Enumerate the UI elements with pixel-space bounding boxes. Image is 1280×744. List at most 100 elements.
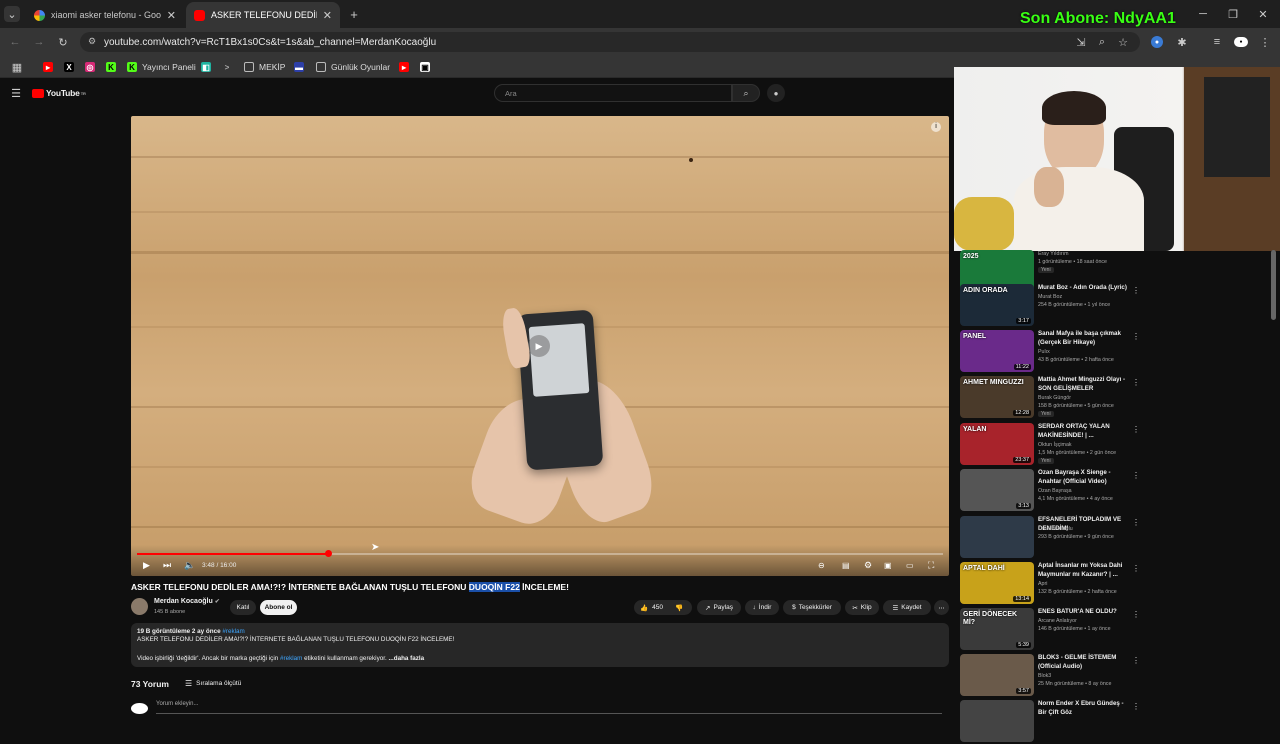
more-actions-button[interactable]: ⋯	[934, 600, 949, 615]
address-bar[interactable]: ⚙ youtube.com/watch?v=RcT1Bx1s0Cs&t=1s&a…	[80, 32, 1140, 52]
dislike-icon[interactable]: 👎	[675, 604, 683, 612]
settings-gear-icon[interactable]: ⚙	[864, 559, 872, 571]
maximize-icon[interactable]: ❐	[1226, 8, 1240, 21]
sidebar-video-item[interactable]: PANEL 11:22 Sanal Mafya ile başa çıkmak (G…	[960, 330, 1270, 374]
more-options-icon[interactable]: ⋮	[1132, 564, 1140, 573]
more-options-icon[interactable]: ⋮	[1132, 378, 1140, 387]
sidebar-video-item[interactable]: YALAN 23:37 SERDAR ORTAÇ YALAN MAKİNESİNDE…	[960, 423, 1270, 467]
more-options-icon[interactable]: ⋮	[1132, 471, 1140, 480]
volume-icon[interactable]: 🔈	[184, 559, 195, 571]
sidebar-video-item[interactable]: Norm Ender X Ebru Gündeş - Bir Çift Göz ⋮	[960, 700, 1270, 744]
comment-input[interactable]: Yorum ekleyin...	[156, 701, 942, 714]
video-thumbnail[interactable]: 3:13	[960, 469, 1034, 511]
miniplayer-icon[interactable]: ▣	[884, 559, 892, 571]
bookmark-mekip[interactable]: MEKİP	[244, 58, 285, 76]
close-tab-icon[interactable]: ✕	[323, 9, 332, 22]
clip-button[interactable]: ✂ Klip	[845, 600, 879, 615]
sidebar-video-item[interactable]: APTAL DAHİ 13:14 Aptal İnsanlar mı Yoksa D…	[960, 562, 1270, 606]
channel-name[interactable]: Arcane Anlatıyor	[1038, 618, 1077, 624]
video-title-link[interactable]: Ozan Bayraşa X Sienge - Anahtar (Officia…	[1038, 469, 1130, 486]
channel-name[interactable]: Merdan Kocaoğlu ✔	[154, 598, 220, 605]
share-button[interactable]: ↗ Paylaş	[697, 600, 741, 615]
extension-icon[interactable]: ●	[1151, 36, 1163, 48]
autoplay-toggle[interactable]: ⊖	[818, 559, 825, 571]
youtube-bookmark-icon[interactable]: ▸	[399, 62, 409, 72]
more-options-icon[interactable]: ⋮	[1132, 286, 1140, 295]
site-bookmark-icon[interactable]: ▬	[294, 62, 304, 72]
video-title-link[interactable]: Mattia Ahmet Minguzzi Olayı - SON GELİŞM…	[1038, 376, 1130, 393]
video-thumbnail[interactable]: AHMET MINGUZZI 12:28	[960, 376, 1034, 418]
back-icon[interactable]: ←	[8, 35, 22, 49]
bookmark-yayinci-paneli[interactable]: K Yayıncı Paneli	[127, 58, 196, 76]
video-title-link[interactable]: BLOK3 - GELME İSTEMEM (Official Audio)	[1038, 654, 1130, 671]
video-thumbnail[interactable]: PANEL 11:22	[960, 330, 1034, 372]
guide-menu-icon[interactable]: ☰	[10, 87, 22, 100]
x-bookmark-icon[interactable]: X	[64, 62, 74, 72]
channel-name[interactable]: Blok3	[1038, 673, 1051, 679]
more-options-icon[interactable]: ⋮	[1132, 610, 1140, 619]
theater-mode-icon[interactable]: ▭	[906, 559, 914, 571]
sidebar-scrollbar[interactable]	[1271, 250, 1276, 320]
close-window-icon[interactable]: ✕	[1256, 8, 1270, 21]
video-thumbnail[interactable]: YALAN 23:37	[960, 423, 1034, 465]
search-button[interactable]: ⌕	[732, 84, 760, 102]
video-thumbnail[interactable]: ADIN ORADA 3:17	[960, 284, 1034, 326]
join-button[interactable]: Katıl	[230, 600, 256, 615]
terminal-bookmark-icon[interactable]: >	[222, 62, 232, 72]
more-options-icon[interactable]: ⋮	[1132, 656, 1140, 665]
sidebar-video-item[interactable]: 3:13 Ozan Bayraşa X Sienge - Anahtar (Off…	[960, 469, 1270, 513]
reload-icon[interactable]: ↻	[56, 35, 70, 49]
channel-avatar[interactable]	[131, 598, 148, 615]
bookmark-star-icon[interactable]: ☆	[1117, 35, 1129, 49]
video-thumbnail[interactable]	[960, 516, 1034, 558]
show-more-link[interactable]: ...daha fazla	[388, 655, 424, 662]
chrome-menu-icon[interactable]: ⋮	[1260, 35, 1271, 49]
install-app-icon[interactable]: ⇲	[1075, 35, 1087, 49]
youtube-logo[interactable]: YouTube TR	[32, 88, 86, 98]
subtitles-icon[interactable]: ▤	[842, 559, 850, 571]
video-title-link[interactable]: Norm Ender X Ebru Gündeş - Bir Çift Göz	[1038, 700, 1130, 717]
video-thumbnail[interactable]: APTAL DAHİ 13:14	[960, 562, 1034, 604]
new-tab-button[interactable]: +	[346, 6, 362, 22]
next-button[interactable]: ⏭	[163, 559, 171, 571]
video-thumbnail[interactable]: GERİ DÖNECEK Mİ? 5:39	[960, 608, 1034, 650]
zoom-icon[interactable]: ⌕	[1096, 35, 1108, 49]
video-title-link[interactable]: Aptal İnsanlar mı Yoksa Dahi Maymunlar m…	[1038, 562, 1130, 579]
more-options-icon[interactable]: ⋮	[1132, 332, 1140, 341]
info-icon[interactable]: i	[931, 122, 941, 132]
video-title-link[interactable]: SERDAR ORTAÇ YALAN MAKİNESİNDE! | ...	[1038, 423, 1130, 440]
media-control-icon[interactable]: ≡	[1211, 35, 1223, 49]
channel-name[interactable]: Ozan Bayraşa	[1038, 488, 1072, 494]
more-options-icon[interactable]: ⋮	[1132, 425, 1140, 434]
play-button[interactable]: ▶	[143, 559, 150, 571]
tab-google-search[interactable]: xiaomi asker telefonu - Google ✕	[26, 2, 184, 28]
video-thumbnail[interactable]	[960, 700, 1034, 742]
kick-bookmark-icon[interactable]: K	[106, 62, 116, 72]
like-icon[interactable]: 👍	[640, 604, 648, 612]
download-button[interactable]: ↓ İndir	[745, 600, 779, 615]
more-options-icon[interactable]: ⋮	[1132, 518, 1140, 527]
progress-scrubber[interactable]	[325, 550, 332, 557]
video-title-link[interactable]: Murat Boz - Adın Orada (Lyric)	[1038, 284, 1130, 293]
apps-grid-icon[interactable]: ▦	[11, 61, 23, 74]
sidebar-video-item[interactable]: AHMET MINGUZZI 12:28 Mattia Ahmet Minguzzi…	[960, 376, 1270, 420]
channel-name[interactable]: Apri	[1038, 581, 1047, 587]
sidebar-video-item[interactable]: 3:57 BLOK3 - GELME İSTEMEM (Official Audi…	[960, 654, 1270, 698]
video-title-link[interactable]: ENES BATUR'A NE OLDU?	[1038, 608, 1130, 617]
more-options-icon[interactable]: ⋮	[1132, 702, 1140, 711]
save-button[interactable]: ☰ Kaydet	[883, 600, 931, 615]
sort-comments-button[interactable]: ☰ Sıralama ölçütü	[185, 679, 241, 688]
tab-search-icon[interactable]: ⌄	[4, 6, 20, 22]
channel-name[interactable]: Oras Benlioğlu	[1038, 526, 1073, 532]
channel-name[interactable]: Oktun İşçimak	[1038, 442, 1072, 448]
channel-name[interactable]: Pulıx	[1038, 349, 1050, 355]
site-info-icon[interactable]: ⚙	[88, 36, 96, 47]
tab-youtube-video[interactable]: ASKER TELEFONU DEDİLER AM ✕	[186, 2, 340, 28]
video-title-link[interactable]: Sanal Mafya ile başa çıkmak (Gerçek Bir …	[1038, 330, 1130, 347]
youtube-bookmark-icon[interactable]: ▸	[43, 62, 53, 72]
channel-name[interactable]: Murat Boz	[1038, 294, 1062, 300]
sidebar-video-item[interactable]: EFSANELERİ TOPLADIM VE DENEDİM! Oras Benl…	[960, 516, 1270, 560]
bookmark-gunluk-oyunlar[interactable]: Günlük Oyunlar	[316, 58, 390, 76]
minimize-icon[interactable]: ─	[1196, 8, 1210, 20]
voice-search-button[interactable]: ●	[767, 84, 785, 102]
